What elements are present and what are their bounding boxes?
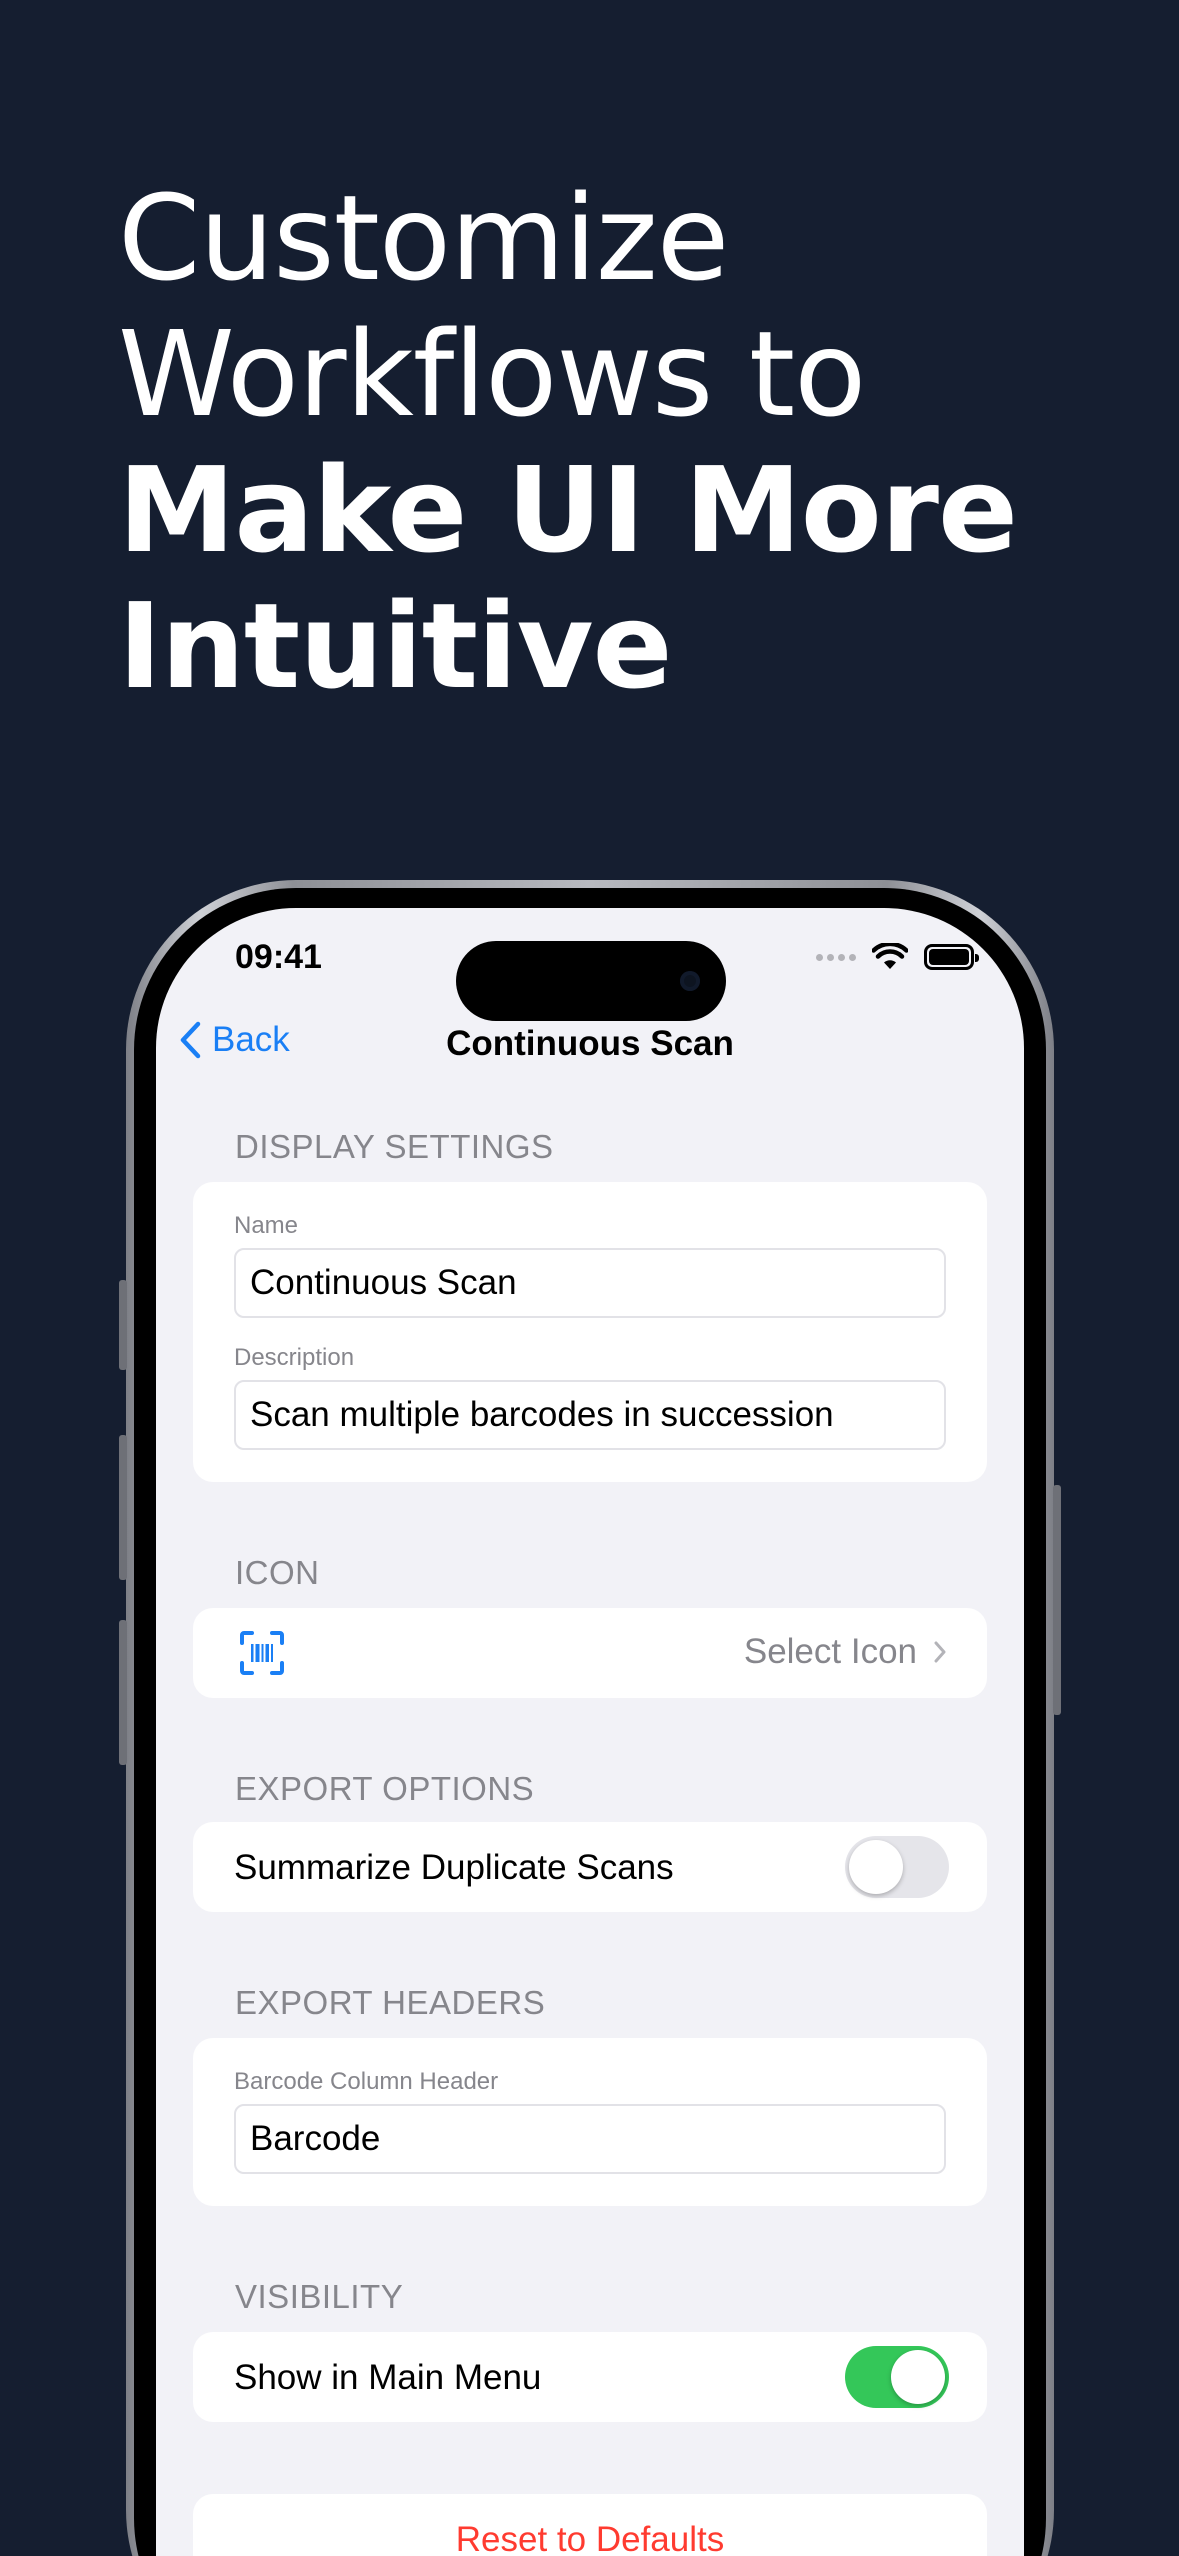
wifi-icon	[872, 943, 908, 969]
chevron-right-icon	[934, 1641, 946, 1663]
headline-line-4: Intuitive	[118, 577, 673, 715]
barcode-column-header-label: Barcode Column Header	[234, 2068, 499, 2095]
description-label: Description	[234, 1344, 355, 1371]
power-button	[1053, 1485, 1061, 1715]
headline-line-3: Make UI More	[118, 441, 1018, 579]
headline: Customize Workflows to Make UI More Intu…	[118, 170, 1118, 714]
name-label: Name	[234, 1212, 299, 1239]
headline-line-1: Customize	[118, 169, 729, 307]
select-icon-button[interactable]: Select Icon	[744, 1632, 947, 1672]
icon-row[interactable]: Select Icon	[193, 1608, 987, 1698]
visibility-card: Show in Main Menu	[193, 2332, 987, 2422]
show-in-main-menu-toggle[interactable]	[845, 2346, 949, 2408]
section-header-export-options: EXPORT OPTIONS	[235, 1770, 535, 1807]
nav-title: Continuous Scan	[446, 1024, 734, 1063]
display-settings-card: Name Description	[193, 1182, 987, 1482]
dynamic-island	[456, 941, 726, 1021]
section-header-icon: ICON	[235, 1554, 320, 1591]
barcode-column-header-input[interactable]	[234, 2104, 946, 2174]
export-options-card: Summarize Duplicate Scans	[193, 1822, 987, 1912]
section-header-export-headers: EXPORT HEADERS	[235, 1984, 546, 2021]
volume-up-button	[119, 1435, 127, 1580]
battery-icon	[924, 944, 979, 970]
reset-to-defaults-button[interactable]: Reset to Defaults	[193, 2494, 987, 2556]
export-headers-card: Barcode Column Header	[193, 2038, 987, 2206]
camera-icon	[680, 971, 700, 991]
headline-line-2: Workflows to	[118, 305, 866, 443]
summarize-duplicates-toggle[interactable]	[845, 1836, 949, 1898]
show-in-main-menu-label: Show in Main Menu	[234, 2358, 542, 2397]
cellular-signal-icon	[816, 953, 856, 961]
marketing-page: Customize Workflows to Make UI More Intu…	[0, 0, 1179, 2556]
description-input[interactable]	[234, 1380, 946, 1450]
barcode-viewfinder-icon	[240, 1631, 284, 1675]
summarize-duplicates-label: Summarize Duplicate Scans	[234, 1848, 674, 1887]
volume-down-button	[119, 1620, 127, 1765]
status-indicators	[816, 942, 979, 972]
section-header-visibility: VISIBILITY	[235, 2278, 404, 2315]
section-header-display-settings: DISPLAY SETTINGS	[235, 1128, 554, 1165]
action-button	[119, 1280, 127, 1370]
phone-screen: 09:41 Back Continuous Scan DISPLAY SETTI…	[156, 908, 1024, 2556]
name-input[interactable]	[234, 1248, 946, 1318]
status-time: 09:41	[235, 938, 322, 976]
select-icon-label: Select Icon	[743, 1632, 917, 1671]
reset-to-defaults-label: Reset to Defaults	[455, 2520, 725, 2556]
